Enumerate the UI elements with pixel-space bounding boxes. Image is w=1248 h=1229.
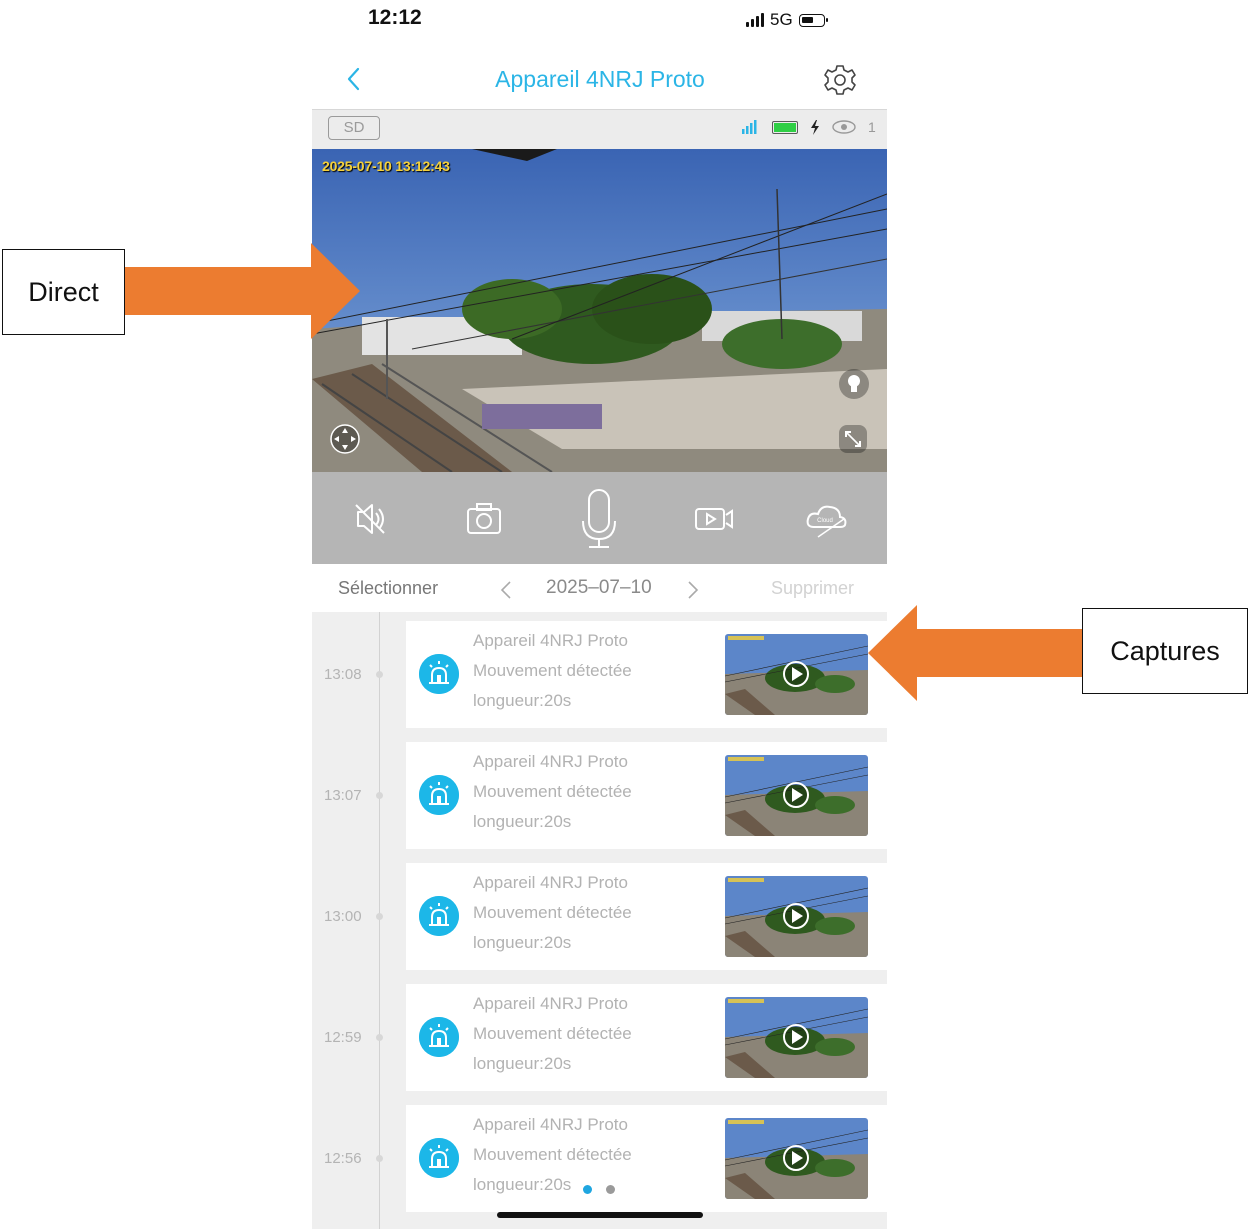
event-description: Mouvement détectée [473, 661, 632, 680]
cell-signal-icon [746, 13, 764, 27]
chevron-left-icon[interactable] [496, 576, 516, 604]
fullscreen-icon[interactable] [838, 424, 868, 454]
timeline-dot [376, 1034, 383, 1041]
captures-label: Captures [1082, 608, 1248, 694]
event-device: Appareil 4NRJ Proto [473, 631, 628, 650]
camera-icon[interactable] [456, 489, 512, 549]
current-date[interactable]: 2025–07–10 [546, 577, 652, 599]
event-length: longueur:20s [473, 691, 572, 710]
alarm-icon [419, 896, 459, 936]
battery-icon [798, 13, 828, 27]
timeline-dot [376, 913, 383, 920]
event-device: Appareil 4NRJ Proto [473, 994, 628, 1013]
event-card[interactable]: Appareil 4NRJ Proto Mouvement détectée lon… [406, 984, 887, 1091]
light-bulb-icon[interactable] [838, 368, 870, 402]
event-thumbnail[interactable] [725, 755, 868, 836]
event-length: longueur:20s [473, 812, 572, 831]
network-label: 5G [770, 10, 793, 29]
video-timestamp: 2025-07-10 13:12:43 [322, 158, 450, 174]
page-title: Appareil 4NRJ Proto [495, 66, 705, 92]
event-description: Mouvement détectée [473, 1024, 632, 1043]
event-length: longueur:20s [473, 1054, 572, 1073]
home-indicator [497, 1212, 703, 1218]
event-time: 13:07 [324, 787, 362, 804]
event-thumbnail[interactable] [725, 997, 868, 1078]
page-dot [606, 1185, 615, 1194]
alarm-icon [419, 1138, 459, 1178]
event-card[interactable]: Appareil 4NRJ Proto Mouvement détectée lon… [406, 621, 887, 728]
signal-strength-icon [742, 120, 757, 134]
viewer-count: 1 [868, 119, 876, 135]
event-length: longueur:20s [473, 1175, 572, 1194]
timeline-dot [376, 1155, 383, 1162]
status-indicators: 5G [746, 10, 828, 30]
event-thumbnail[interactable] [725, 1118, 868, 1199]
event-description: Mouvement détectée [473, 782, 632, 801]
event-device: Appareil 4NRJ Proto [473, 752, 628, 771]
event-card[interactable]: Appareil 4NRJ Proto Mouvement détectée lon… [406, 863, 887, 970]
direct-label: Direct [2, 249, 125, 335]
timeline-line [379, 612, 380, 1229]
timeline-dot [376, 671, 383, 678]
video-record-icon[interactable] [686, 489, 742, 549]
chevron-right-icon[interactable] [683, 576, 703, 604]
camera-status-icons: 1 [740, 119, 876, 135]
charging-icon [811, 119, 819, 135]
page-dot-active [583, 1185, 592, 1194]
event-time: 12:59 [324, 1029, 362, 1046]
status-time: 12:12 [368, 6, 422, 29]
event-length: longueur:20s [473, 933, 572, 952]
event-description: Mouvement détectée [473, 1145, 632, 1164]
microphone-icon[interactable] [571, 489, 627, 549]
event-time: 12:56 [324, 1150, 362, 1167]
event-device: Appareil 4NRJ Proto [473, 873, 628, 892]
gear-icon[interactable] [822, 62, 858, 98]
event-time: 13:08 [324, 666, 362, 683]
eye-icon [832, 120, 856, 134]
svg-text:Cloud: Cloud [817, 518, 833, 524]
captures-arrow [868, 605, 1083, 701]
chevron-left-icon[interactable] [340, 64, 370, 94]
cloud-off-icon[interactable]: Cloud [800, 489, 856, 549]
camera-battery-icon [772, 120, 798, 134]
ptz-control-icon[interactable] [330, 424, 360, 454]
timeline-dot [376, 792, 383, 799]
event-device: Appareil 4NRJ Proto [473, 1115, 628, 1134]
alarm-icon [419, 1017, 459, 1057]
select-button[interactable]: Sélectionner [338, 578, 438, 599]
alarm-icon [419, 775, 459, 815]
live-video[interactable] [312, 149, 887, 472]
event-card[interactable]: Appareil 4NRJ Proto Mouvement détectée lon… [406, 742, 887, 849]
event-thumbnail[interactable] [725, 876, 868, 957]
quality-toggle[interactable]: SD [328, 116, 380, 140]
event-time: 13:00 [324, 908, 362, 925]
event-card[interactable]: Appareil 4NRJ Proto Mouvement détectée lon… [406, 1105, 887, 1212]
event-thumbnail[interactable] [725, 634, 868, 715]
delete-button[interactable]: Supprimer [771, 578, 854, 599]
event-description: Mouvement détectée [473, 903, 632, 922]
alarm-icon [419, 654, 459, 694]
speaker-muted-icon[interactable] [342, 489, 398, 549]
direct-arrow [124, 243, 360, 339]
